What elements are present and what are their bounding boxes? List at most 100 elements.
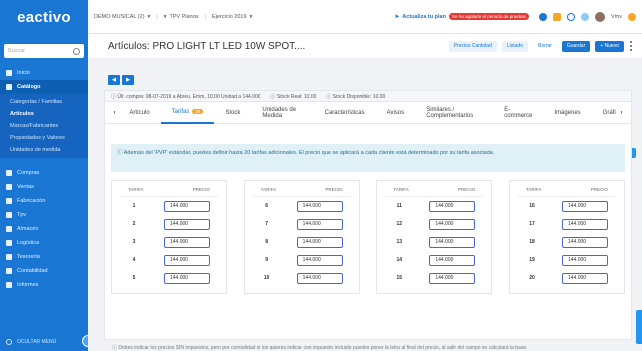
sidebar-item-ventas[interactable]: Ventas [0, 180, 88, 194]
tariff-price-input[interactable]: 144.000 [429, 254, 476, 266]
tab-ecommerce[interactable]: E-commerce [493, 102, 543, 124]
delete-button[interactable]: Borrar [532, 40, 557, 52]
tab-articulo[interactable]: Artículo [118, 102, 160, 124]
tariff-row: 19 144.000 [518, 251, 616, 269]
tariff-row: 4 144.000 [120, 251, 218, 269]
tariff-price-input[interactable]: 144.000 [164, 218, 210, 230]
submenu-item-propiedades[interactable]: Propiedades y Valores [0, 132, 88, 144]
sidebar-item-compras[interactable]: Compras [0, 166, 88, 180]
tariff-price-input[interactable]: 144.000 [164, 254, 210, 266]
tariff-price-input[interactable]: 144.000 [429, 200, 476, 212]
tariff-price-input[interactable]: 144.000 [561, 200, 608, 212]
tariff-price-input[interactable]: 144.000 [164, 200, 210, 212]
tariff-price-input[interactable]: 144.000 [296, 200, 343, 212]
tariff-price-input[interactable]: 144.000 [296, 236, 343, 248]
tariff-price-input[interactable]: 144.000 [296, 218, 343, 230]
submenu-item-marcas[interactable]: Marcas/Fabricantes [0, 120, 88, 132]
sidebar-search-input[interactable]: Buscar [4, 44, 84, 58]
sidebar-item-label: Almacén [17, 226, 39, 232]
bell-icon[interactable] [628, 12, 636, 21]
stock-info-bar: ⓘ Últ. compra: 08-07-2019 a Abreu, Emm, … [105, 91, 631, 102]
sidebar-item-inicio[interactable]: Inicio [0, 66, 88, 80]
sidebar-item-catalogo[interactable]: Catálogo [0, 80, 88, 94]
tariff-number: 13 [396, 239, 403, 245]
tariff-price-input[interactable]: 144.000 [296, 254, 343, 266]
tariff-price-input[interactable]: 144.000 [164, 272, 210, 284]
page-title: Artículos: PRO LIGHT LT LED 10W SPOT.... [108, 40, 306, 52]
sidebar-item-logistica[interactable]: Logística [0, 236, 88, 250]
upgrade-plan-link[interactable]: ➤ Actualiza tu plan Se ha agotado el per… [395, 13, 529, 20]
column-header-tarifa: TARIFA [128, 187, 144, 192]
tab-caracteristicas[interactable]: Características [314, 102, 376, 124]
save-button[interactable]: Guardar [561, 40, 591, 52]
sidebar-item-tesoreria[interactable]: Tesorería [0, 250, 88, 264]
tariff-price-input[interactable]: 144.000 [429, 236, 476, 248]
tabs-scroll-left-icon[interactable]: ‹ [111, 110, 118, 116]
tariff-row: 2 144.000 [120, 215, 218, 233]
new-button[interactable]: + Nuevo [595, 40, 624, 52]
search-icon[interactable] [73, 47, 80, 55]
year-selector[interactable]: Ejercicio 2019 ▾ [212, 14, 252, 20]
sidebar-item-tpv[interactable]: Tpv [0, 208, 88, 222]
tab-tarifas[interactable]: Tarifas 20 [160, 102, 215, 124]
submenu-item-articulos[interactable]: Artículos [0, 108, 88, 120]
tariff-row: 20 144.000 [518, 269, 616, 287]
tariff-number: 14 [396, 257, 403, 263]
tariff-price-input[interactable]: 144.000 [561, 254, 608, 266]
tariff-price-input[interactable]: 144.000 [561, 272, 608, 284]
tariff-price-input[interactable]: 144.000 [429, 218, 476, 230]
tab-similares[interactable]: Similares / Complementarios [415, 102, 493, 124]
settings-icon[interactable] [581, 12, 589, 21]
title-bar: Artículos: PRO LIGHT LT LED 10W SPOT....… [88, 34, 642, 58]
search-icon[interactable] [567, 12, 575, 21]
tariff-number: 5 [132, 275, 136, 281]
sidebar-item-label: Tpv [17, 212, 27, 218]
notifications-icon[interactable] [553, 12, 561, 21]
list-button[interactable]: Listado [501, 40, 528, 52]
tariff-group: TARIFA PRECIO 1 144.000 2 144.000 3 144.000 4 144… [111, 180, 227, 294]
chevron-down-icon: ▾ [249, 13, 253, 20]
tariff-row: 3 144.000 [120, 233, 218, 251]
submenu-item-categorias[interactable]: Categorías / Familias [0, 96, 88, 108]
user-name[interactable]: Vmv [611, 14, 622, 20]
tariff-number: 3 [132, 239, 136, 245]
tab-stock[interactable]: Stock [214, 102, 251, 124]
tariff-price-input[interactable]: 144.000 [561, 236, 608, 248]
tariff-price-input[interactable]: 144.000 [296, 272, 343, 284]
sidebar-item-contabilidad[interactable]: Contabilidad [0, 264, 88, 278]
tab-avisos[interactable]: Avisos [376, 102, 416, 124]
tariff-price-input[interactable]: 144.000 [164, 236, 210, 248]
trial-expired-badge: Se ha agotado el periodo de pruebas [448, 13, 529, 20]
previous-record-button[interactable]: ◀ [108, 75, 120, 85]
collapse-icon [6, 339, 12, 345]
more-options-icon[interactable] [629, 41, 632, 52]
tab-imagenes[interactable]: Imágenes [543, 102, 591, 124]
pricelist-selector[interactable]: ▾ TPV Pianos [164, 14, 199, 20]
tab-graficos[interactable]: Gráfi [592, 102, 618, 124]
submenu-item-unidades[interactable]: Unidades de medida [0, 144, 88, 156]
avatar[interactable] [595, 11, 605, 22]
tariff-number: 7 [265, 221, 269, 227]
tab-unidades-medida[interactable]: Unidades de Medida [251, 102, 313, 124]
sidebar-item-almacen[interactable]: Almacén [0, 222, 88, 236]
quantity-prices-button[interactable]: Precios Cantidad [448, 40, 497, 52]
tabs-scroll-right-icon[interactable]: › [618, 110, 625, 116]
company-selector[interactable]: DEMO MUSICAL (2) ▾ [94, 14, 150, 20]
help-icon[interactable] [539, 12, 547, 21]
tariff-price-input[interactable]: 144.000 [561, 218, 608, 230]
collapse-menu[interactable]: OCULTAR MENÚ [0, 333, 94, 351]
tariff-number: 2 [132, 221, 136, 227]
side-help-tab[interactable] [636, 310, 642, 344]
topbar-icons: Vmv [539, 11, 636, 22]
column-header-precio: PRECIO [192, 187, 210, 192]
tariff-price-input[interactable]: 144.000 [429, 272, 476, 284]
euro-icon [6, 268, 12, 274]
price-footnote: ⓘ Debes indicar los precios SIN impuesto… [112, 345, 528, 351]
next-record-button[interactable]: ▶ [122, 75, 134, 85]
sidebar-item-fabricacion[interactable]: Fabricación [0, 194, 88, 208]
sidebar-item-informes[interactable]: Informes [0, 278, 88, 292]
tariff-row: 16 144.000 [518, 197, 616, 215]
tariff-row: 6 144.000 [253, 197, 351, 215]
cart-icon [6, 170, 12, 176]
app-logo[interactable]: eactivo [0, 0, 88, 34]
